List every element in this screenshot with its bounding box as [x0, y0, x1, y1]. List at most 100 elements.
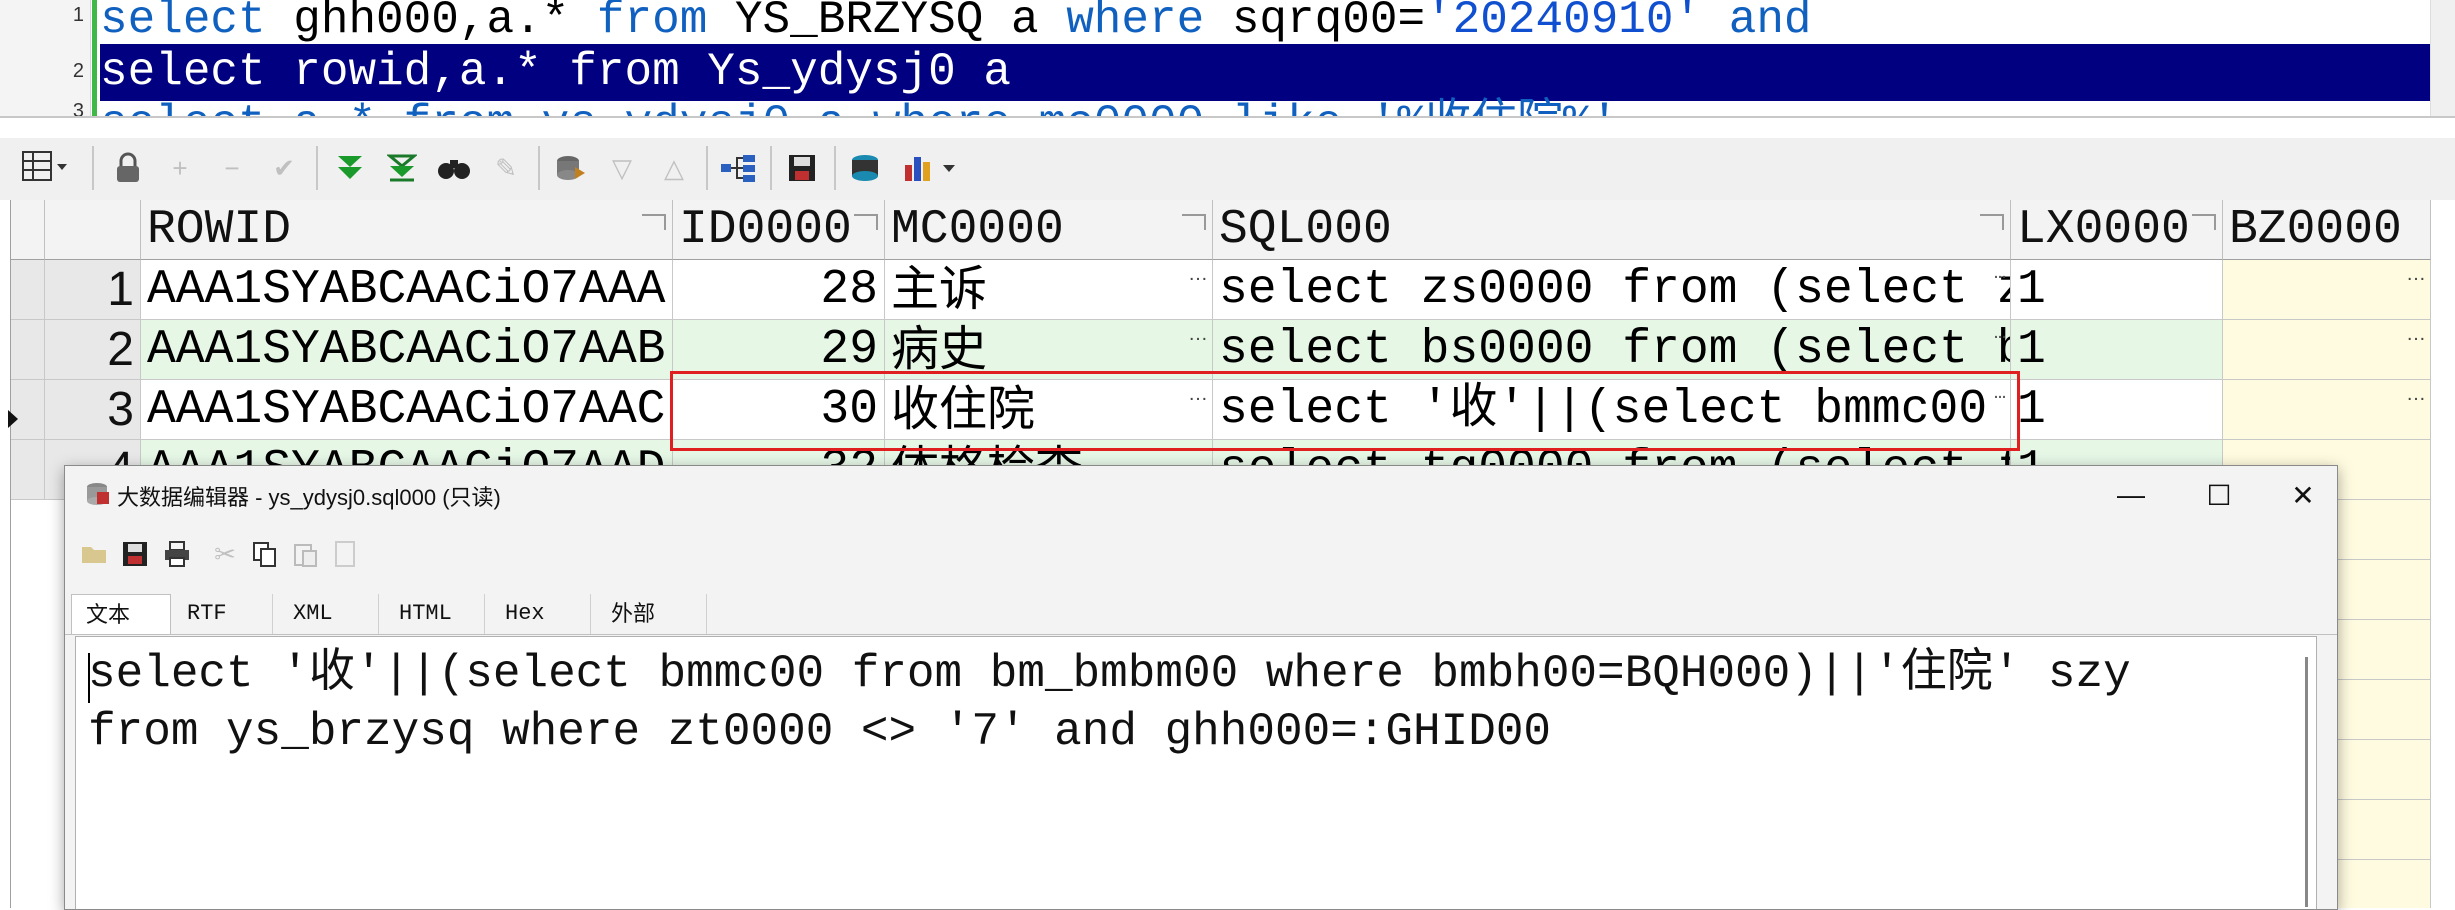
cell-lx[interactable]: 1: [2011, 380, 2223, 440]
separator: [92, 146, 94, 190]
clear-icon[interactable]: [325, 534, 365, 574]
query-icon[interactable]: [550, 148, 590, 188]
tab-hex[interactable]: Hex: [491, 594, 591, 634]
explain-icon[interactable]: [718, 148, 758, 188]
cell-id[interactable]: 28: [673, 260, 885, 320]
row-number[interactable]: 1: [45, 260, 141, 320]
save-icon[interactable]: [782, 148, 822, 188]
column-header-rowid[interactable]: ROWID: [141, 200, 673, 260]
lock-icon[interactable]: [108, 148, 148, 188]
row-number[interactable]: 2: [45, 320, 141, 380]
copy-icon[interactable]: [245, 534, 285, 574]
fetch-next-icon[interactable]: [330, 148, 370, 188]
column-label: LX0000: [2017, 203, 2190, 257]
column-header-id[interactable]: ID0000: [673, 200, 885, 260]
code-text: ghh000,a.*: [265, 0, 597, 46]
ellipsis-icon[interactable]: …: [2406, 380, 2426, 424]
line-number: 2: [72, 60, 84, 82]
column-menu-icon[interactable]: [1980, 214, 2004, 230]
ellipsis-icon[interactable]: …: [1994, 260, 2006, 304]
row-number-header: [45, 200, 141, 260]
cell-lx[interactable]: 1: [2011, 260, 2223, 320]
tab-rtf[interactable]: RTF: [173, 594, 273, 634]
cell-text: select bs0000 from (select bs: [1219, 323, 2011, 377]
separator: [834, 146, 836, 190]
find-icon[interactable]: [434, 148, 474, 188]
row-indicator-header: [11, 200, 45, 260]
cell-mc[interactable]: 主诉 …: [885, 260, 1213, 320]
column-menu-icon[interactable]: [1182, 214, 1206, 230]
column-label: ROWID: [147, 203, 292, 257]
cell-sql[interactable]: select zs0000 from (select zs…: [1213, 260, 2011, 320]
cell-text: 主诉: [891, 263, 988, 316]
chart-icon[interactable]: [898, 148, 968, 188]
modified-marker: [92, 0, 97, 118]
dialog-toolbar: ✂: [65, 524, 2337, 586]
ellipsis-icon[interactable]: …: [1188, 260, 1208, 304]
column-menu-icon[interactable]: [2192, 214, 2216, 230]
column-menu-icon[interactable]: [854, 214, 878, 230]
column-menu-icon[interactable]: [642, 214, 666, 230]
minimize-button[interactable]: —: [2101, 470, 2161, 520]
code-line-2-selected[interactable]: select rowid,a.* from Ys_ydysj0 a: [100, 44, 2430, 101]
sql-editor[interactable]: 1 2 3 select ghh000,a.* from YS_BRZYSQ a…: [0, 0, 2455, 118]
export-icon[interactable]: [846, 148, 886, 188]
column-header-bz[interactable]: BZ0000: [2223, 200, 2431, 260]
ellipsis-icon[interactable]: …: [1188, 320, 1208, 364]
column-label: BZ0000: [2229, 203, 2402, 257]
cell-rowid[interactable]: AAA1SYABCAACiO7AAC: [141, 380, 673, 440]
cell-rowid[interactable]: AAA1SYABCAACiO7AAB: [141, 320, 673, 380]
save-icon[interactable]: [115, 534, 155, 574]
clear-icon[interactable]: ✎: [486, 148, 526, 188]
maximize-button[interactable]: ☐: [2189, 470, 2249, 520]
add-icon[interactable]: +: [160, 148, 200, 188]
filter-down-icon[interactable]: ▽: [602, 148, 642, 188]
keyword: select: [100, 0, 266, 46]
cell-bz[interactable]: …: [2223, 260, 2431, 320]
ellipsis-icon[interactable]: …: [1994, 320, 2006, 364]
grid-menu-icon[interactable]: [16, 148, 76, 188]
text-line-2: from ys_brzysq where zt0000 <> '7' and g…: [88, 706, 1552, 758]
row-indicator-cell[interactable]: [11, 320, 45, 380]
fetch-last-icon[interactable]: [382, 148, 422, 188]
column-header-mc[interactable]: MC0000: [885, 200, 1213, 260]
code-line-1[interactable]: select ghh000,a.* from YS_BRZYSQ a where…: [100, 0, 1812, 49]
paste-icon[interactable]: [285, 534, 325, 574]
filter-up-icon[interactable]: △: [654, 148, 694, 188]
print-icon[interactable]: [157, 534, 197, 574]
ellipsis-icon[interactable]: …: [2406, 320, 2426, 364]
row-number[interactable]: 3: [45, 380, 141, 440]
cell-lx[interactable]: 1: [2011, 320, 2223, 380]
cell-text: select zs0000 from (select zs: [1219, 263, 2011, 317]
keyword: and: [1701, 0, 1812, 46]
text-editor-area[interactable]: select '收'||(select bmmc00 from bm_bmbm0…: [75, 636, 2317, 909]
tab-html[interactable]: HTML: [385, 594, 485, 634]
check-icon[interactable]: ✔: [264, 148, 304, 188]
code-line-3[interactable]: select a.* from ys_ydysj0 a where mc0000…: [100, 96, 1618, 118]
dialog-titlebar[interactable]: 大数据编辑器 - ys_ydysj0.sql000 (只读) — ☐ ✕: [65, 466, 2337, 524]
cell-bz[interactable]: …: [2223, 320, 2431, 380]
cell-rowid[interactable]: AAA1SYABCAACiO7AAA: [141, 260, 673, 320]
large-data-editor-dialog: 大数据编辑器 - ys_ydysj0.sql000 (只读) — ☐ ✕ ✂ 文…: [64, 465, 2338, 910]
cut-icon[interactable]: ✂: [205, 534, 245, 574]
highlight-annotation: [670, 371, 2020, 451]
editor-scrollbar[interactable]: [2430, 0, 2455, 118]
tab-external[interactable]: 外部: [597, 594, 707, 634]
separator: [706, 146, 708, 190]
open-icon[interactable]: [75, 534, 115, 574]
remove-icon[interactable]: −: [212, 148, 252, 188]
splitter[interactable]: [0, 116, 2455, 118]
column-header-lx[interactable]: LX0000: [2011, 200, 2223, 260]
column-header-sql[interactable]: SQL000: [1213, 200, 2011, 260]
tab-xml[interactable]: XML: [279, 594, 379, 634]
row-indicator-cell[interactable]: [11, 440, 45, 500]
cell-bz[interactable]: …: [2223, 380, 2431, 440]
ellipsis-icon[interactable]: …: [2406, 260, 2426, 304]
keyword: from: [596, 0, 708, 46]
tab-text[interactable]: 文本: [71, 594, 171, 634]
vertical-scrollbar[interactable]: [2305, 657, 2308, 907]
line-number: 1: [72, 4, 84, 26]
row-indicator-cell[interactable]: [11, 260, 45, 320]
string-literal: '20240910': [1425, 0, 1702, 46]
close-button[interactable]: ✕: [2273, 470, 2333, 520]
